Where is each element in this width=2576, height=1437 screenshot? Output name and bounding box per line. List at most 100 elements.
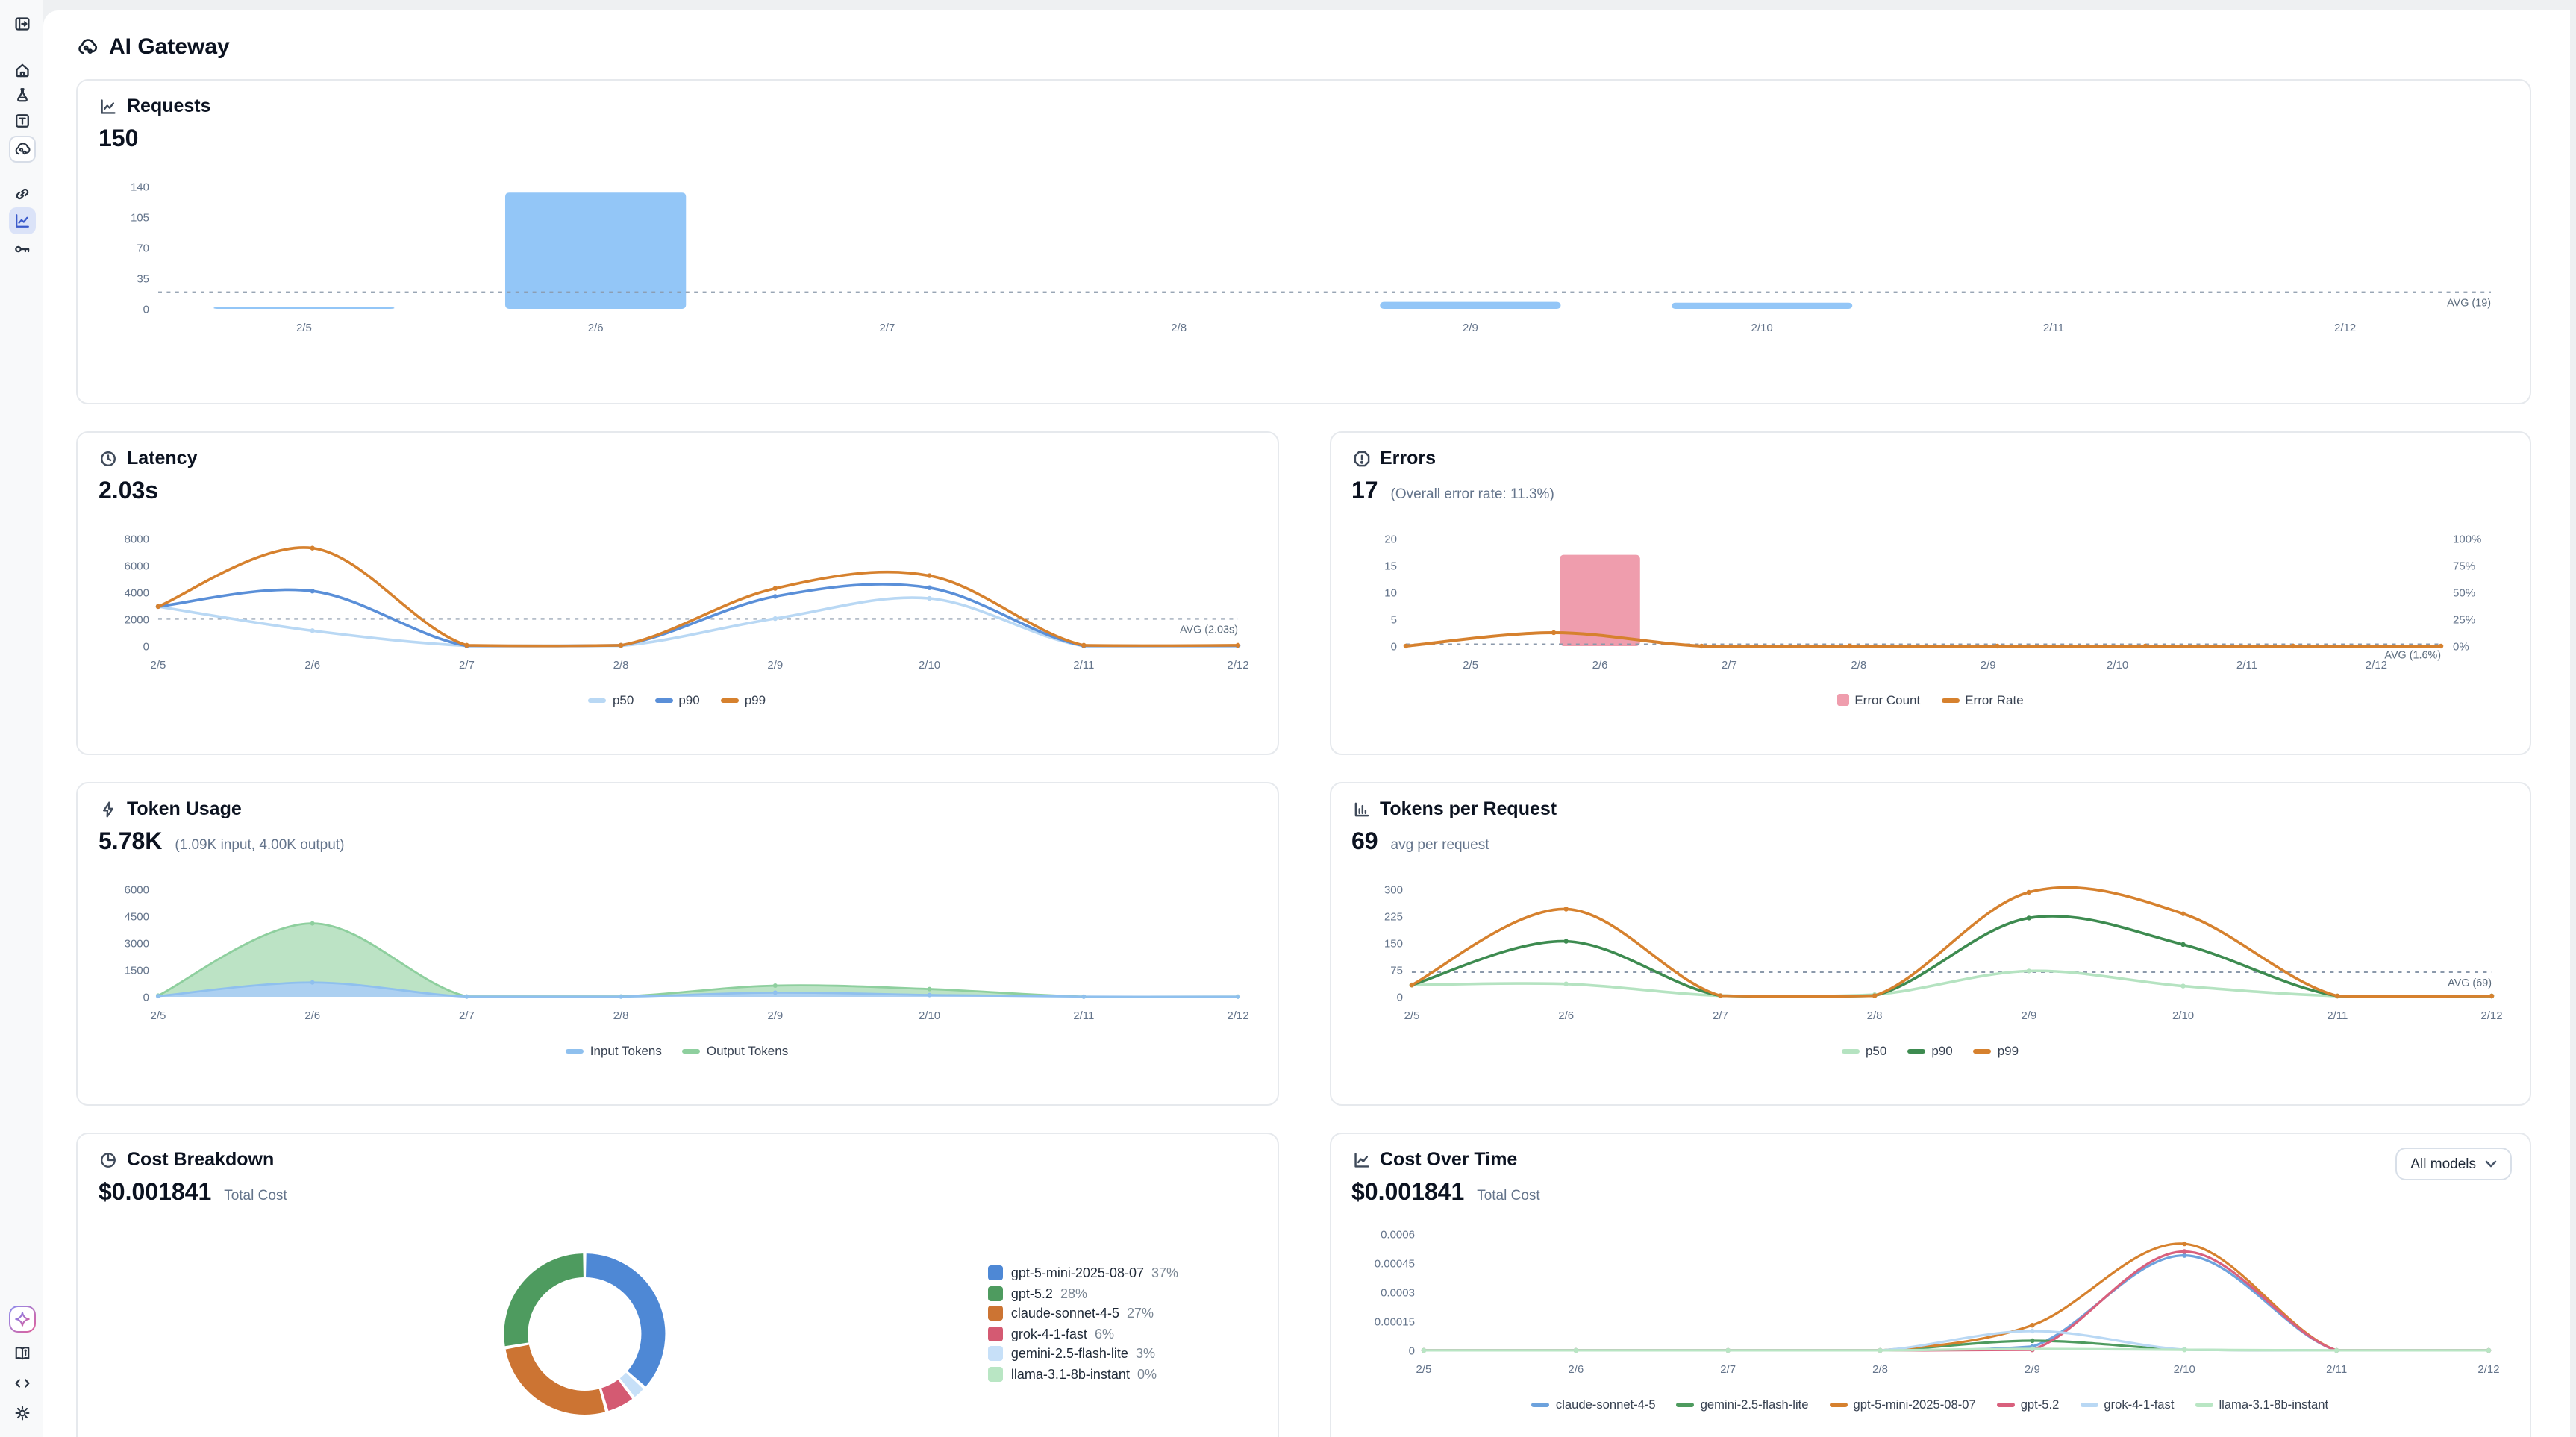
errors-subtitle: (Overall error rate: 11.3%) — [1391, 486, 1554, 503]
svg-text:2/10: 2/10 — [2172, 1009, 2193, 1022]
latency-card-header: Latency — [99, 448, 1256, 469]
latency-chart[interactable]: 020004000600080002/52/62/72/82/92/102/11… — [99, 521, 1256, 688]
svg-text:2/9: 2/9 — [767, 659, 783, 671]
sidebar-item-docs[interactable] — [13, 1344, 31, 1362]
cost-over-time-card: Cost Over Time $0.001841 Total Cost All … — [1329, 1133, 2531, 1437]
sidebar-item-settings[interactable] — [13, 1404, 31, 1422]
sidebar-item-links[interactable] — [13, 185, 31, 203]
legend-swatch — [989, 1346, 1004, 1361]
legend-item: grok-4-1-fast6% — [989, 1326, 1178, 1341]
errors-chart[interactable]: 051015200%25%50%75%100%2/52/62/72/82/92/… — [1351, 521, 2509, 688]
legend-label: gpt-5-mini-2025-08-07 — [1854, 1397, 1976, 1412]
svg-text:70: 70 — [137, 242, 149, 255]
svg-text:2/9: 2/9 — [767, 1009, 783, 1022]
svg-text:2/6: 2/6 — [304, 659, 320, 671]
cost-over-time-legend: claude-sonnet-4-5gemini-2.5-flash-litegp… — [1351, 1397, 2509, 1412]
chevron-down-icon — [2485, 1159, 2497, 1168]
svg-text:2/10: 2/10 — [2173, 1363, 2195, 1376]
requests-value: 150 — [99, 127, 138, 152]
legend-swatch — [989, 1286, 1004, 1300]
sidebar — [0, 0, 43, 1437]
svg-text:2/9: 2/9 — [1463, 322, 1478, 334]
svg-text:2/8: 2/8 — [613, 659, 629, 671]
svg-text:100%: 100% — [2452, 533, 2480, 546]
sidebar-item-home[interactable] — [13, 61, 31, 79]
svg-text:0: 0 — [1408, 1345, 1414, 1358]
svg-text:300: 300 — [1384, 884, 1402, 897]
sidebar-item-api-keys[interactable] — [13, 240, 31, 258]
legend-label: Error Rate — [1965, 692, 2023, 707]
svg-text:20: 20 — [1384, 533, 1396, 546]
svg-text:2/8: 2/8 — [1866, 1009, 1882, 1022]
svg-text:2/5: 2/5 — [151, 659, 166, 671]
svg-text:2/8: 2/8 — [1850, 659, 1866, 671]
flask-icon — [13, 87, 31, 104]
svg-text:2/10: 2/10 — [1751, 322, 1773, 334]
svg-text:0.0006: 0.0006 — [1380, 1229, 1414, 1242]
model-filter-label: All models — [2410, 1156, 2476, 1172]
gateway-cloud-icon — [13, 140, 31, 158]
svg-text:2/6: 2/6 — [1592, 659, 1607, 671]
svg-text:2/7: 2/7 — [879, 322, 895, 334]
svg-text:0.0003: 0.0003 — [1380, 1287, 1414, 1300]
token-usage-card: Token Usage 5.78K (1.09K input, 4.00K ou… — [76, 782, 1278, 1106]
svg-text:2/5: 2/5 — [1416, 1363, 1431, 1376]
sidebar-item-ai-gateway[interactable] — [8, 136, 35, 163]
model-filter-dropdown[interactable]: All models — [2395, 1148, 2512, 1180]
sidebar-item-ai-assistant[interactable] — [8, 1306, 35, 1333]
legend-label: p99 — [745, 692, 766, 707]
legend-label: claude-sonnet-4-5 — [1556, 1397, 1656, 1412]
svg-text:2/12: 2/12 — [1227, 659, 1248, 671]
cost-breakdown-value: $0.001841 — [99, 1180, 211, 1206]
sidebar-toggle-button[interactable] — [13, 15, 31, 33]
legend-item: llama-3.1-8b-instant — [2195, 1397, 2328, 1412]
bar-chart-icon — [1351, 799, 1371, 818]
text-box-icon — [13, 112, 31, 130]
legend-label: llama-3.1-8b-instant — [1011, 1366, 1130, 1381]
svg-text:0%: 0% — [2452, 641, 2469, 654]
svg-text:2/7: 2/7 — [1721, 659, 1736, 671]
legend-swatch — [566, 1048, 584, 1053]
legend-swatch — [989, 1306, 1004, 1321]
svg-text:2/5: 2/5 — [1404, 1009, 1419, 1022]
svg-text:3000: 3000 — [125, 938, 149, 951]
legend-swatch — [2080, 1402, 2098, 1406]
svg-text:2/6: 2/6 — [304, 1009, 320, 1022]
legend-label: Error Count — [1854, 692, 1920, 707]
latency-title: Latency — [127, 448, 198, 469]
legend-label: llama-3.1-8b-instant — [2219, 1397, 2328, 1412]
key-icon — [13, 240, 31, 258]
token-usage-chart[interactable]: 015003000450060002/52/62/72/82/92/102/11… — [99, 871, 1256, 1039]
svg-text:2/5: 2/5 — [296, 322, 312, 334]
svg-text:2/10: 2/10 — [919, 659, 940, 671]
sidebar-item-templates[interactable] — [13, 112, 31, 130]
sidebar-item-analytics[interactable] — [8, 207, 35, 234]
svg-text:0: 0 — [143, 992, 149, 1004]
legend-item: p90 — [654, 692, 699, 707]
token-usage-title: Token Usage — [127, 798, 242, 819]
requests-chart[interactable]: 035701051402/52/62/72/82/92/102/112/12AV… — [99, 166, 2509, 357]
dashboard-grid: Requests 150 035701051402/52/62/72/82/92… — [43, 60, 2570, 1437]
sidebar-item-code[interactable] — [13, 1374, 31, 1392]
legend-label: Input Tokens — [590, 1043, 662, 1058]
cost-breakdown-card: Cost Breakdown $0.001841 Total Cost gpt-… — [76, 1133, 1278, 1437]
svg-text:2/6: 2/6 — [588, 322, 604, 334]
cost-over-time-chart[interactable]: 00.000150.00030.000450.00062/52/62/72/82… — [1351, 1216, 2509, 1392]
svg-text:75: 75 — [1389, 965, 1402, 977]
panel-toggle-icon — [13, 15, 31, 33]
sidebar-item-evals[interactable] — [13, 87, 31, 104]
svg-text:2/8: 2/8 — [613, 1009, 629, 1022]
svg-text:8000: 8000 — [125, 533, 149, 546]
svg-text:2/12: 2/12 — [2480, 1009, 2501, 1022]
token-usage-value: 5.78K — [99, 830, 162, 855]
tokens-per-request-title: Tokens per Request — [1380, 798, 1557, 819]
svg-text:25%: 25% — [2452, 614, 2475, 627]
tokens-per-request-chart[interactable]: 0751502253002/52/62/72/82/92/102/112/12A… — [1351, 871, 2509, 1039]
svg-text:2/11: 2/11 — [2325, 1363, 2346, 1376]
svg-text:15: 15 — [1384, 560, 1396, 573]
svg-text:2/11: 2/11 — [1073, 1009, 1094, 1022]
cost-breakdown-legend: gpt-5-mini-2025-08-0737%gpt-5.228%claude… — [989, 1265, 1178, 1381]
docs-book-icon — [13, 1344, 31, 1362]
svg-text:0.00045: 0.00045 — [1374, 1258, 1414, 1271]
legend-percent: 37% — [1151, 1265, 1178, 1280]
